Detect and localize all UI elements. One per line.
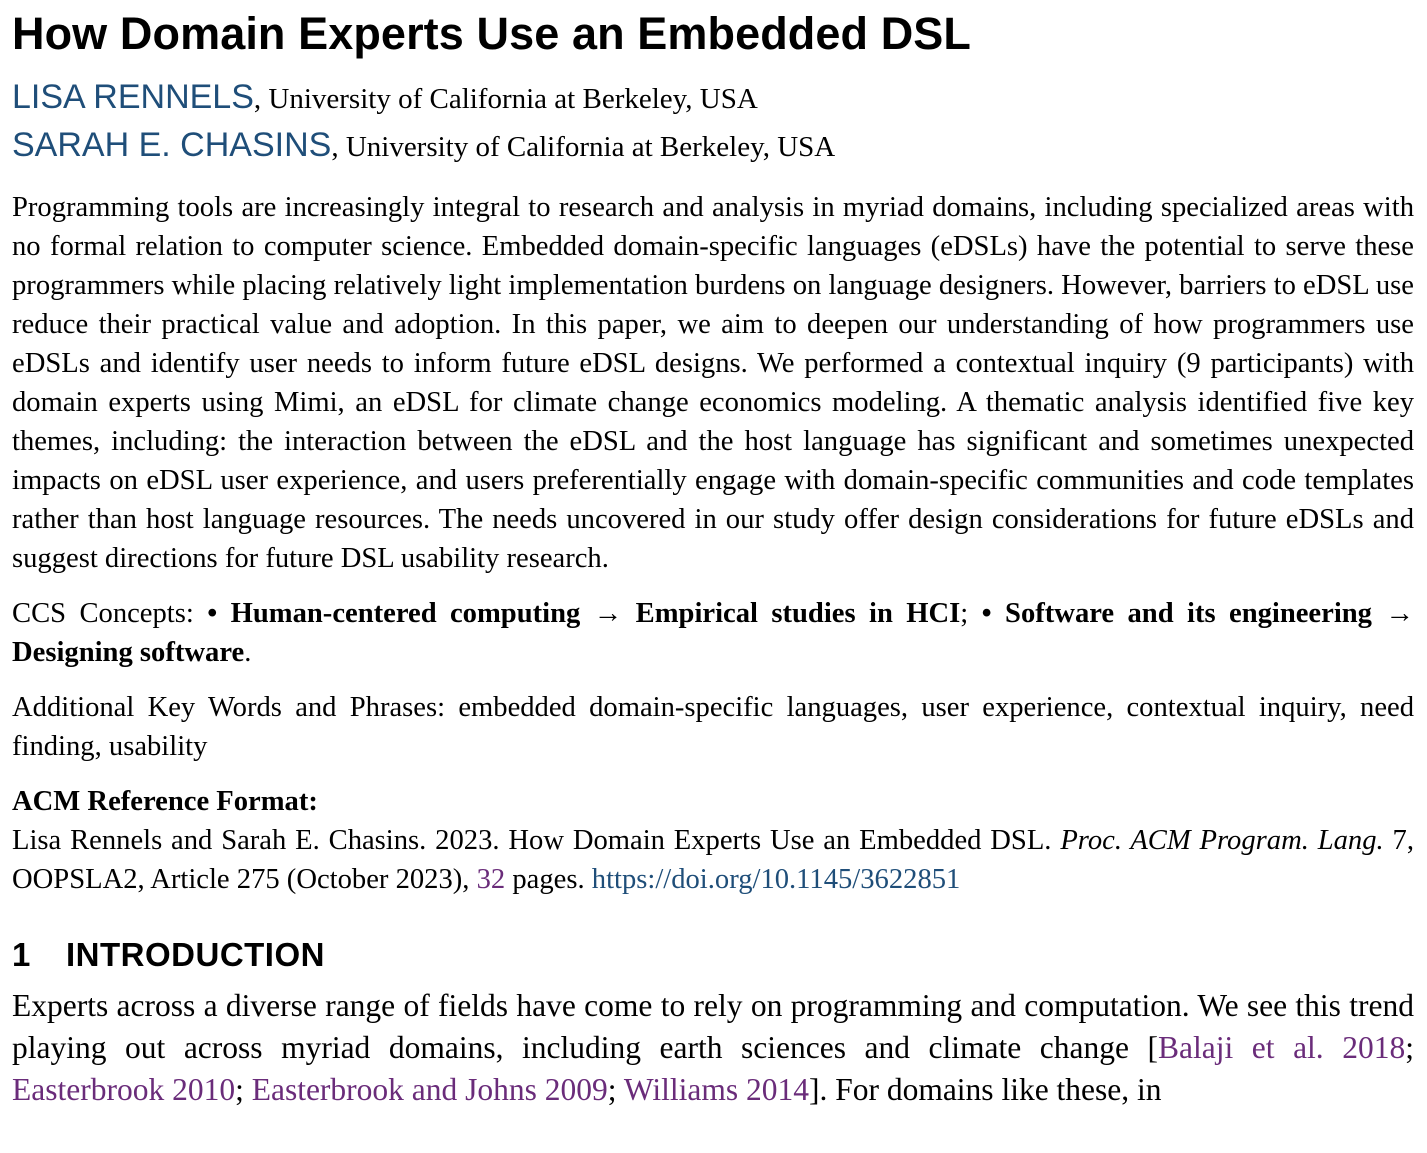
abstract: Programming tools are increasingly integ…: [12, 192, 1414, 574]
citation-link[interactable]: Easterbrook and Johns 2009: [252, 1072, 608, 1107]
author-separator: ,: [253, 83, 262, 115]
paper-page: How Domain Experts Use an Embedded DSL L…: [12, 0, 1414, 1111]
ccs-end: .: [244, 637, 252, 668]
reference-text: Lisa Rennels and Sarah E. Chasins. 2023.…: [12, 825, 1052, 856]
author-affiliation: University of California at Berkeley, US…: [268, 83, 758, 115]
intro-text: ]. For domains like these, in: [808, 1072, 1162, 1107]
section-number: 1: [12, 936, 31, 973]
keywords-label: Additional Key Words and Phrases:: [12, 692, 446, 723]
reference-text: pages.: [512, 864, 585, 895]
author-name-link[interactable]: SARAH E. CHASINS: [12, 126, 331, 164]
doi-link[interactable]: https://doi.org/10.1145/3622851: [592, 864, 961, 895]
reference-format: Lisa Rennels and Sarah E. Chasins. 2023.…: [12, 821, 1414, 899]
author-separator: ,: [331, 131, 339, 163]
keywords: Additional Key Words and Phrases: embedd…: [12, 688, 1414, 766]
ccs-separator: ;: [960, 598, 969, 629]
author-entry: LISA RENNELS, University of California a…: [12, 74, 1414, 122]
citation-separator: ;: [235, 1072, 252, 1107]
citation-link[interactable]: Easterbrook 2010: [12, 1072, 235, 1107]
citation-separator: ;: [607, 1072, 624, 1107]
section-title: INTRODUCTION: [66, 936, 325, 973]
ccs-concept: Human-centered computing → Empirical stu…: [230, 598, 961, 629]
ccs-bullet: •: [981, 598, 992, 629]
reference-venue: Proc. ACM Program. Lang.: [1060, 825, 1384, 856]
paper-title: How Domain Experts Use an Embedded DSL: [12, 8, 971, 59]
page-count-link[interactable]: 32: [477, 864, 506, 895]
author-name-link[interactable]: LISA RENNELS: [12, 78, 254, 116]
intro-paragraph: Experts across a diverse range of fields…: [12, 985, 1414, 1111]
citation-link[interactable]: Williams 2014: [624, 1072, 809, 1107]
author-affiliation: University of California at Berkeley, US…: [345, 131, 836, 163]
author-entry: SARAH E. CHASINS, University of Californ…: [12, 122, 1414, 170]
citation-separator: ;: [1405, 1030, 1414, 1065]
ccs-concepts: CCS Concepts: • Human-centered computing…: [12, 594, 1414, 672]
citation-link[interactable]: Balaji et al. 2018: [1158, 1030, 1405, 1065]
reference-format-heading: ACM Reference Format:: [12, 786, 318, 817]
author-list: LISA RENNELS, University of California a…: [12, 74, 1414, 170]
section-heading: 1 INTRODUCTION: [12, 933, 1414, 977]
ccs-bullet: •: [207, 598, 218, 629]
ccs-label: CCS Concepts:: [12, 598, 194, 629]
